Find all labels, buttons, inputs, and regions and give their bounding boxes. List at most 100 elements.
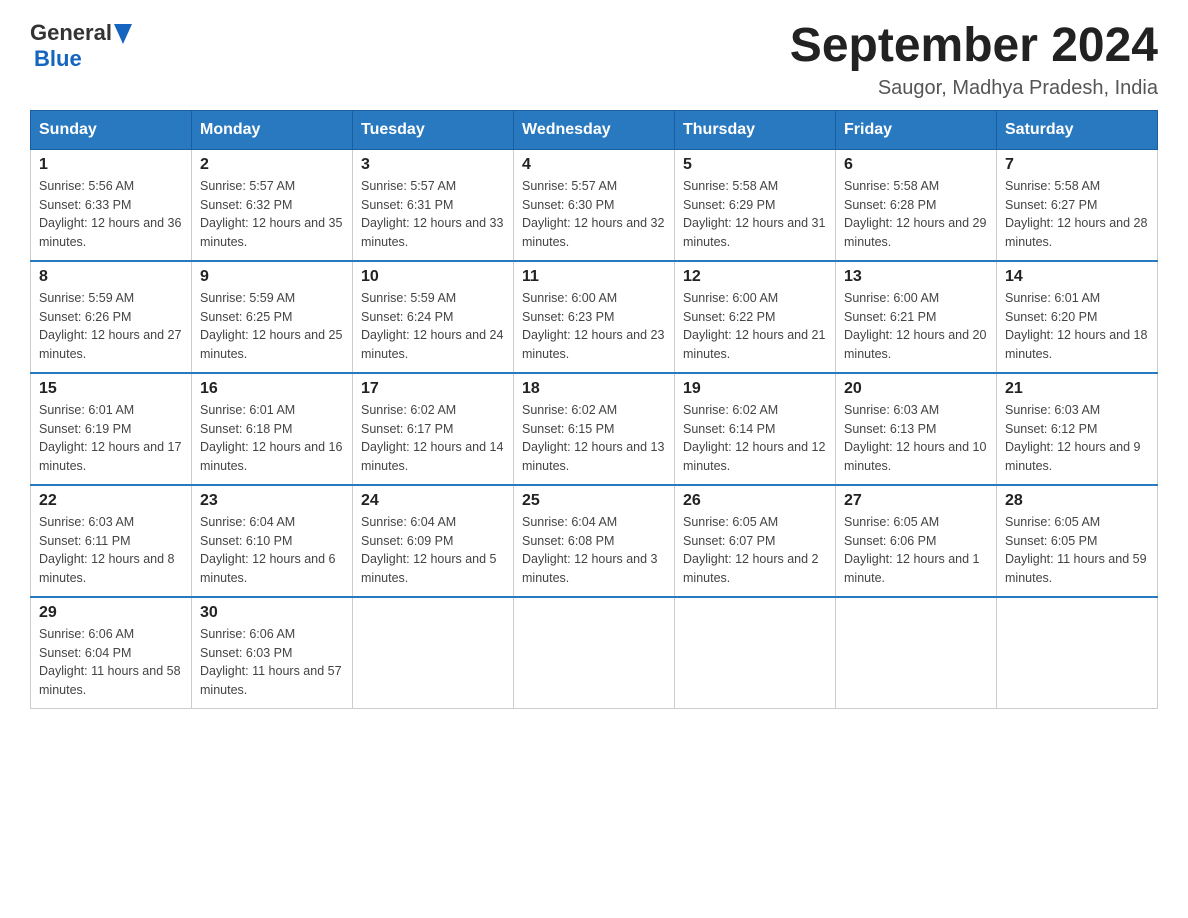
location-subtitle: Saugor, Madhya Pradesh, India bbox=[790, 77, 1158, 100]
day-number: 25 bbox=[522, 492, 666, 510]
col-header-monday: Monday bbox=[192, 110, 353, 149]
calendar-cell: 30Sunrise: 6:06 AMSunset: 6:03 PMDayligh… bbox=[192, 597, 353, 709]
calendar-cell: 1Sunrise: 5:56 AMSunset: 6:33 PMDaylight… bbox=[31, 149, 192, 261]
day-number: 5 bbox=[683, 156, 827, 174]
calendar-cell bbox=[353, 597, 514, 709]
day-info: Sunrise: 6:04 AMSunset: 6:10 PMDaylight:… bbox=[200, 513, 344, 588]
calendar-cell: 2 Sunrise: 5:57 AMSunset: 6:32 PMDaylight… bbox=[192, 149, 353, 261]
day-info: Sunrise: 6:06 AMSunset: 6:04 PMDaylight:… bbox=[39, 625, 183, 700]
col-header-wednesday: Wednesday bbox=[514, 110, 675, 149]
day-info: Sunrise: 6:05 AMSunset: 6:06 PMDaylight:… bbox=[844, 513, 988, 588]
day-info: Sunrise: 6:00 AMSunset: 6:21 PMDaylight:… bbox=[844, 289, 988, 364]
week-row-5: 29 Sunrise: 6:06 AMSunset: 6:04 PMDayligh… bbox=[31, 597, 1158, 709]
day-number: 14 bbox=[1005, 268, 1149, 286]
day-info: Sunrise: 6:02 AMSunset: 6:15 PMDaylight:… bbox=[522, 401, 666, 476]
day-number: 7 bbox=[1005, 156, 1149, 174]
day-info: Sunrise: 5:59 AMSunset: 6:25 PMDaylight:… bbox=[200, 289, 344, 364]
day-info: Sunrise: 6:01 AMSunset: 6:18 PMDaylight:… bbox=[200, 401, 344, 476]
calendar-cell: 25 Sunrise: 6:04 AMSunset: 6:08 PMDayligh… bbox=[514, 485, 675, 597]
col-header-tuesday: Tuesday bbox=[353, 110, 514, 149]
calendar-cell: 6Sunrise: 5:58 AMSunset: 6:28 PMDaylight… bbox=[836, 149, 997, 261]
week-row-4: 22 Sunrise: 6:03 AMSunset: 6:11 PMDayligh… bbox=[31, 485, 1158, 597]
day-info: Sunrise: 6:05 AMSunset: 6:05 PMDaylight:… bbox=[1005, 513, 1149, 588]
day-number: 12 bbox=[683, 268, 827, 286]
calendar-cell: 5 Sunrise: 5:58 AMSunset: 6:29 PMDaylight… bbox=[675, 149, 836, 261]
day-number: 15 bbox=[39, 380, 183, 398]
calendar-cell: 24 Sunrise: 6:04 AMSunset: 6:09 PMDayligh… bbox=[353, 485, 514, 597]
day-number: 26 bbox=[683, 492, 827, 510]
logo: General Blue bbox=[30, 20, 132, 72]
title-block: September 2024 Saugor, Madhya Pradesh, I… bbox=[790, 20, 1158, 100]
day-number: 16 bbox=[200, 380, 344, 398]
calendar-table: SundayMondayTuesdayWednesdayThursdayFrid… bbox=[30, 110, 1158, 709]
col-header-saturday: Saturday bbox=[997, 110, 1158, 149]
calendar-cell bbox=[836, 597, 997, 709]
day-number: 18 bbox=[522, 380, 666, 398]
day-number: 17 bbox=[361, 380, 505, 398]
col-header-friday: Friday bbox=[836, 110, 997, 149]
day-number: 3 bbox=[361, 156, 505, 174]
day-info: Sunrise: 5:58 AMSunset: 6:27 PMDaylight:… bbox=[1005, 177, 1149, 252]
day-number: 9 bbox=[200, 268, 344, 286]
day-info: Sunrise: 5:59 AMSunset: 6:24 PMDaylight:… bbox=[361, 289, 505, 364]
calendar-cell: 12 Sunrise: 6:00 AMSunset: 6:22 PMDayligh… bbox=[675, 261, 836, 373]
calendar-cell: 11 Sunrise: 6:00 AMSunset: 6:23 PMDayligh… bbox=[514, 261, 675, 373]
day-number: 19 bbox=[683, 380, 827, 398]
calendar-cell: 26Sunrise: 6:05 AMSunset: 6:07 PMDayligh… bbox=[675, 485, 836, 597]
calendar-cell: 13 Sunrise: 6:00 AMSunset: 6:21 PMDayligh… bbox=[836, 261, 997, 373]
day-number: 2 bbox=[200, 156, 344, 174]
day-info: Sunrise: 6:02 AMSunset: 6:14 PMDaylight:… bbox=[683, 401, 827, 476]
calendar-cell: 16 Sunrise: 6:01 AMSunset: 6:18 PMDayligh… bbox=[192, 373, 353, 485]
col-header-thursday: Thursday bbox=[675, 110, 836, 149]
logo-triangle-icon bbox=[114, 24, 132, 44]
day-info: Sunrise: 6:00 AMSunset: 6:22 PMDaylight:… bbox=[683, 289, 827, 364]
day-info: Sunrise: 5:57 AMSunset: 6:31 PMDaylight:… bbox=[361, 177, 505, 252]
day-info: Sunrise: 6:02 AMSunset: 6:17 PMDaylight:… bbox=[361, 401, 505, 476]
day-info: Sunrise: 5:57 AMSunset: 6:32 PMDaylight:… bbox=[200, 177, 344, 252]
day-number: 28 bbox=[1005, 492, 1149, 510]
day-number: 1 bbox=[39, 156, 183, 174]
calendar-cell: 14 Sunrise: 6:01 AMSunset: 6:20 PMDayligh… bbox=[997, 261, 1158, 373]
day-info: Sunrise: 6:04 AMSunset: 6:08 PMDaylight:… bbox=[522, 513, 666, 588]
day-info: Sunrise: 5:57 AMSunset: 6:30 PMDaylight:… bbox=[522, 177, 666, 252]
calendar-cell: 4Sunrise: 5:57 AMSunset: 6:30 PMDaylight… bbox=[514, 149, 675, 261]
calendar-cell: 10Sunrise: 5:59 AMSunset: 6:24 PMDayligh… bbox=[353, 261, 514, 373]
day-info: Sunrise: 6:00 AMSunset: 6:23 PMDaylight:… bbox=[522, 289, 666, 364]
day-info: Sunrise: 6:06 AMSunset: 6:03 PMDaylight:… bbox=[200, 625, 344, 700]
calendar-cell: 20Sunrise: 6:03 AMSunset: 6:13 PMDayligh… bbox=[836, 373, 997, 485]
page-header: General Blue September 2024 Saugor, Madh… bbox=[30, 20, 1158, 100]
day-number: 22 bbox=[39, 492, 183, 510]
calendar-cell: 19 Sunrise: 6:02 AMSunset: 6:14 PMDayligh… bbox=[675, 373, 836, 485]
day-info: Sunrise: 6:01 AMSunset: 6:19 PMDaylight:… bbox=[39, 401, 183, 476]
week-row-3: 15 Sunrise: 6:01 AMSunset: 6:19 PMDayligh… bbox=[31, 373, 1158, 485]
day-number: 29 bbox=[39, 604, 183, 622]
calendar-body: 1Sunrise: 5:56 AMSunset: 6:33 PMDaylight… bbox=[31, 149, 1158, 708]
calendar-header: SundayMondayTuesdayWednesdayThursdayFrid… bbox=[31, 110, 1158, 149]
day-info: Sunrise: 6:03 AMSunset: 6:11 PMDaylight:… bbox=[39, 513, 183, 588]
calendar-cell: 23 Sunrise: 6:04 AMSunset: 6:10 PMDayligh… bbox=[192, 485, 353, 597]
calendar-cell: 15 Sunrise: 6:01 AMSunset: 6:19 PMDayligh… bbox=[31, 373, 192, 485]
day-number: 8 bbox=[39, 268, 183, 286]
day-number: 13 bbox=[844, 268, 988, 286]
calendar-cell: 18 Sunrise: 6:02 AMSunset: 6:15 PMDayligh… bbox=[514, 373, 675, 485]
logo-text-blue: Blue bbox=[34, 46, 82, 72]
calendar-cell: 29 Sunrise: 6:06 AMSunset: 6:04 PMDayligh… bbox=[31, 597, 192, 709]
calendar-cell: 28 Sunrise: 6:05 AMSunset: 6:05 PMDayligh… bbox=[997, 485, 1158, 597]
day-number: 23 bbox=[200, 492, 344, 510]
calendar-cell: 8Sunrise: 5:59 AMSunset: 6:26 PMDaylight… bbox=[31, 261, 192, 373]
day-number: 24 bbox=[361, 492, 505, 510]
day-info: Sunrise: 6:03 AMSunset: 6:12 PMDaylight:… bbox=[1005, 401, 1149, 476]
day-info: Sunrise: 5:58 AMSunset: 6:29 PMDaylight:… bbox=[683, 177, 827, 252]
calendar-cell: 27Sunrise: 6:05 AMSunset: 6:06 PMDayligh… bbox=[836, 485, 997, 597]
week-row-2: 8Sunrise: 5:59 AMSunset: 6:26 PMDaylight… bbox=[31, 261, 1158, 373]
calendar-cell bbox=[997, 597, 1158, 709]
day-info: Sunrise: 6:04 AMSunset: 6:09 PMDaylight:… bbox=[361, 513, 505, 588]
day-number: 21 bbox=[1005, 380, 1149, 398]
calendar-cell: 3 Sunrise: 5:57 AMSunset: 6:31 PMDaylight… bbox=[353, 149, 514, 261]
calendar-cell: 17 Sunrise: 6:02 AMSunset: 6:17 PMDayligh… bbox=[353, 373, 514, 485]
day-number: 11 bbox=[522, 268, 666, 286]
header-row: SundayMondayTuesdayWednesdayThursdayFrid… bbox=[31, 110, 1158, 149]
month-year-title: September 2024 bbox=[790, 20, 1158, 73]
calendar-cell: 9 Sunrise: 5:59 AMSunset: 6:25 PMDaylight… bbox=[192, 261, 353, 373]
day-info: Sunrise: 6:01 AMSunset: 6:20 PMDaylight:… bbox=[1005, 289, 1149, 364]
